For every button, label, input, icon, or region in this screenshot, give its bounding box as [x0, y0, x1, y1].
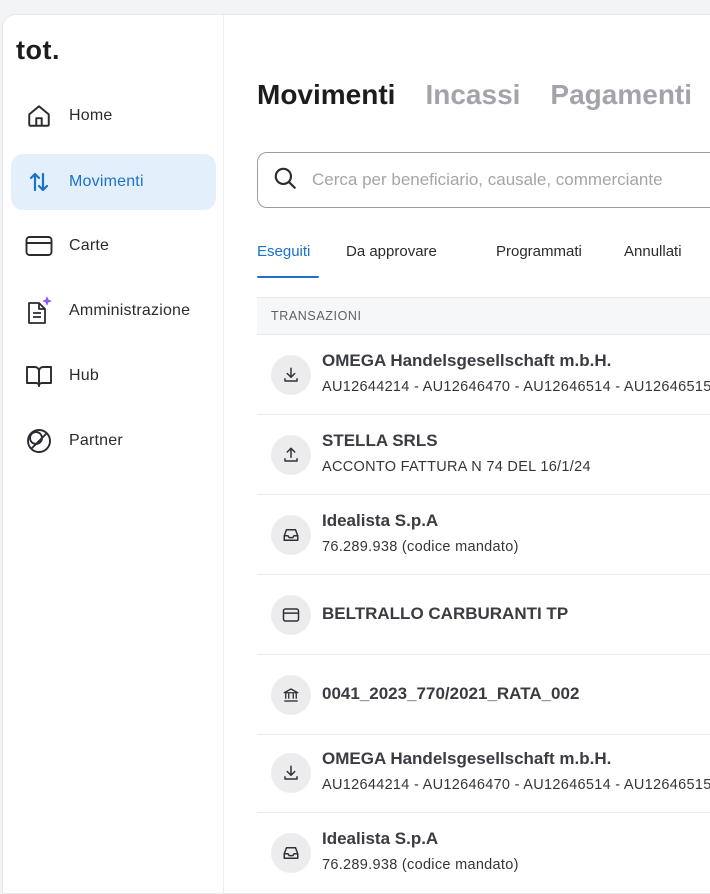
transaction-title: 0041_2023_770/2021_RATA_002 — [322, 684, 580, 703]
transaction-title: BELTRALLO CARBURANTI TP — [322, 604, 569, 623]
document-sparkle-icon — [25, 296, 53, 325]
arrows-up-down-icon — [25, 168, 53, 196]
book-icon — [25, 362, 53, 390]
transaction-subtitle: 76.289.938 (codice mandato) — [322, 857, 519, 873]
tab-incassi[interactable]: Incassi — [425, 79, 520, 111]
sidebar-item-label: Movimenti — [69, 173, 144, 190]
inbox-icon — [271, 833, 311, 873]
tab-pagamenti[interactable]: Pagamenti — [550, 79, 692, 111]
sidebar-item-home[interactable]: Home — [11, 88, 216, 144]
sidebar-item-movimenti[interactable]: Movimenti — [11, 154, 216, 210]
card-icon — [25, 232, 53, 260]
tab-annullati[interactable]: Annullati — [624, 243, 682, 260]
tab-movimenti[interactable]: Movimenti — [257, 79, 395, 111]
sidebar-item-partner[interactable]: Partner — [11, 413, 216, 469]
transaction-subtitle: AU12644214 - AU12646470 - AU12646514 - A… — [322, 777, 710, 793]
logo: tot. — [16, 35, 60, 65]
sidebar-item-label: Amministrazione — [69, 302, 191, 319]
inbox-icon — [271, 515, 311, 555]
sidebar-item-label: Hub — [69, 367, 99, 384]
page-tabs: Movimenti Incassi Pagamenti — [257, 79, 710, 111]
transaction-subtitle: ACCONTO FATTURA N 74 DEL 16/1/24 — [322, 459, 591, 475]
active-tab-indicator — [257, 276, 319, 278]
transaction-row[interactable]: STELLA SRLS ACCONTO FATTURA N 74 DEL 16/… — [257, 415, 710, 495]
transaction-subtitle: AU12644214 - AU12646470 - AU12646514 - A… — [322, 379, 710, 395]
sidebar-item-carte[interactable]: Carte — [11, 218, 216, 274]
search-input[interactable] — [310, 169, 710, 191]
upload-icon — [271, 435, 311, 475]
transaction-title: OMEGA Handelsgesellschaft m.b.H. — [322, 351, 612, 370]
transaction-row[interactable]: BELTRALLO CARBURANTI TP — [257, 575, 710, 655]
search-icon — [272, 165, 298, 196]
bank-icon — [271, 675, 311, 715]
search-box — [257, 152, 710, 208]
transaction-subtitle: 76.289.938 (codice mandato) — [322, 539, 519, 555]
main-content: Movimenti Incassi Pagamenti Eseguiti Da … — [224, 15, 710, 893]
transaction-row[interactable]: 0041_2023_770/2021_RATA_002 — [257, 655, 710, 735]
partner-icon — [25, 427, 53, 455]
sidebar-item-hub[interactable]: Hub — [11, 348, 216, 404]
tab-eseguiti[interactable]: Eseguiti — [257, 243, 310, 260]
tab-da-approvare[interactable]: Da approvare — [346, 243, 437, 260]
download-icon — [271, 753, 311, 793]
home-icon — [25, 102, 53, 130]
section-header: TRANSAZIONI — [257, 297, 710, 335]
sidebar-item-amministrazione[interactable]: Amministrazione — [11, 283, 216, 339]
download-icon — [271, 355, 311, 395]
transaction-row[interactable]: OMEGA Handelsgesellschaft m.b.H. AU12644… — [257, 733, 710, 813]
sidebar-item-label: Home — [69, 107, 113, 124]
transaction-title: Idealista S.p.A — [322, 829, 439, 848]
transaction-row[interactable]: Idealista S.p.A 76.289.938 (codice manda… — [257, 813, 710, 893]
transaction-row[interactable]: Idealista S.p.A 76.289.938 (codice manda… — [257, 495, 710, 575]
transaction-row[interactable]: OMEGA Handelsgesellschaft m.b.H. AU12644… — [257, 335, 710, 415]
sidebar-item-label: Partner — [69, 432, 123, 449]
transaction-title: OMEGA Handelsgesellschaft m.b.H. — [322, 749, 612, 768]
transaction-title: STELLA SRLS — [322, 431, 438, 450]
card-icon — [271, 595, 311, 635]
tab-programmati[interactable]: Programmati — [496, 243, 582, 260]
sidebar-item-label: Carte — [69, 237, 110, 254]
transaction-title: Idealista S.p.A — [322, 511, 439, 530]
sidebar: tot. Home Movimenti Carte Amministrazion… — [3, 15, 224, 893]
app-window: tot. Home Movimenti Carte Amministrazion… — [2, 14, 710, 894]
